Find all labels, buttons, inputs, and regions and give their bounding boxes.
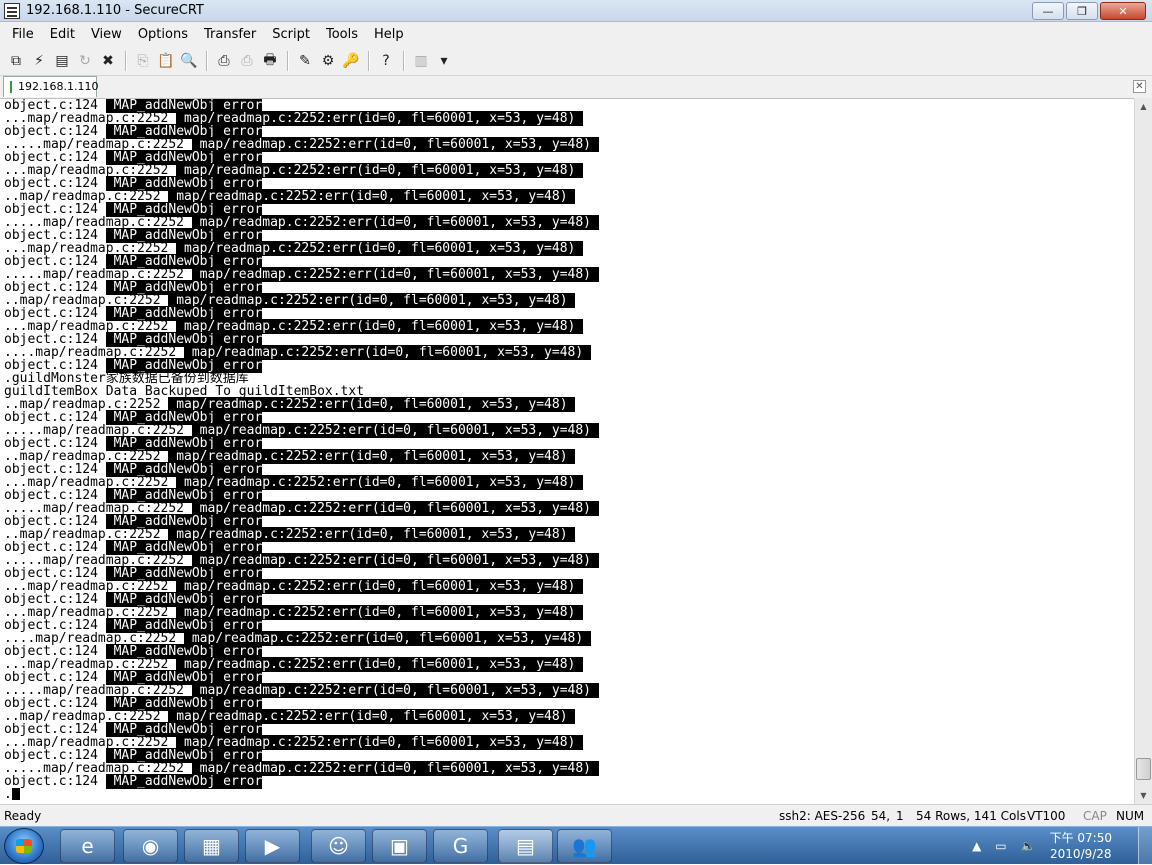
menu-view[interactable]: View bbox=[83, 27, 130, 42]
tab-session[interactable]: 192.168.1.110 bbox=[3, 76, 99, 97]
status-num: NUM bbox=[1116, 809, 1145, 823]
status-size: 54 Rows, 141 Cols bbox=[916, 809, 1026, 823]
session-options-icon[interactable]: ✎ bbox=[295, 51, 315, 71]
terminal-line: object.c:124 MAP_addNewObj error bbox=[4, 774, 599, 789]
ie-taskbar-icon[interactable]: e bbox=[60, 829, 115, 863]
explorer-taskbar-icon[interactable]: ▦ bbox=[184, 829, 239, 863]
media-player-taskbar-icon[interactable]: ▶ bbox=[245, 829, 300, 863]
tray-expand-icon[interactable]: ▲ bbox=[972, 839, 981, 853]
game-taskbar-icon[interactable]: ☺ bbox=[311, 829, 366, 863]
close-button[interactable]: ✕ bbox=[1100, 2, 1146, 20]
window-title: 192.168.1.110 - SecureCRT bbox=[26, 3, 204, 18]
terminal-prompt-line: . bbox=[4, 788, 599, 801]
reconnect-icon[interactable]: ↻ bbox=[75, 51, 95, 71]
print-selection-icon[interactable]: ⎙ bbox=[237, 51, 257, 71]
menu-file[interactable]: File bbox=[4, 27, 42, 42]
customize-toolbar-icon[interactable]: ▥ bbox=[411, 51, 431, 71]
status-row: 54, bbox=[871, 809, 891, 823]
toolbar-separator bbox=[368, 50, 369, 71]
toolbar-separator bbox=[125, 50, 126, 71]
scroll-down-arrow-icon[interactable]: ▼ bbox=[1135, 787, 1152, 804]
menu-edit[interactable]: Edit bbox=[42, 27, 83, 42]
status-col: 1 bbox=[896, 809, 904, 823]
clock-time: 下午 07:50 bbox=[1049, 831, 1112, 845]
help-icon[interactable]: ? bbox=[376, 51, 396, 71]
title-bar: 192.168.1.110 - SecureCRT — ❐ ✕ bbox=[0, 0, 1152, 22]
clock[interactable]: 下午 07:50 2010/9/28 bbox=[1050, 830, 1112, 862]
vertical-scrollbar[interactable]: ▲ ▼ bbox=[1134, 98, 1152, 804]
quick-connect-icon[interactable]: ⚡ bbox=[29, 51, 49, 71]
connected-indicator-icon bbox=[10, 81, 12, 93]
network-icon[interactable]: ▭ bbox=[995, 839, 1006, 853]
tab-label: 192.168.1.110 bbox=[18, 80, 99, 93]
keymap-icon[interactable]: 🔑 bbox=[341, 51, 361, 71]
menu-transfer[interactable]: Transfer bbox=[196, 27, 264, 42]
terminal-output[interactable]: object.c:124 MAP_addNewObj error ...map/r… bbox=[0, 98, 1134, 804]
system-tray: ▲ ▭ 🔈 下午 07:50 2010/9/28 bbox=[972, 827, 1112, 865]
toolbar-separator bbox=[403, 50, 404, 71]
securecrt-taskbar-icon[interactable]: ▤ bbox=[498, 829, 553, 863]
paste-icon[interactable]: 📋 bbox=[156, 51, 176, 71]
users-taskbar-icon[interactable]: 👥 bbox=[557, 829, 612, 863]
terminal-cursor bbox=[11, 788, 20, 800]
menu-tools[interactable]: Tools bbox=[318, 27, 366, 42]
taskbar: e ◉ ▦ ▶ ☺ ▣ G ▤ 👥 ▲ ▭ 🔈 下午 07:50 2010/9/28 bbox=[0, 826, 1152, 865]
show-desktop-button[interactable] bbox=[1138, 827, 1152, 865]
tab-strip: 192.168.1.110 ✕ bbox=[0, 76, 1152, 98]
maximize-button[interactable]: ❐ bbox=[1066, 2, 1098, 20]
app-taskbar-icon[interactable]: G bbox=[433, 829, 488, 863]
menu-options[interactable]: Options bbox=[130, 27, 196, 42]
start-button[interactable] bbox=[4, 828, 44, 864]
remote-desktop-taskbar-icon[interactable]: ▣ bbox=[372, 829, 427, 863]
print-screen-icon[interactable]: ⎙ bbox=[214, 51, 234, 71]
global-options-icon[interactable]: ⚙ bbox=[318, 51, 338, 71]
terminal-text: object.c:124 bbox=[4, 774, 106, 789]
menu-bar: File Edit View Options Transfer Script Tools He… bbox=[0, 22, 1152, 46]
connect-in-tab-icon[interactable]: ▤ bbox=[52, 51, 72, 71]
toolbar-overflow-icon[interactable]: ▾ bbox=[434, 51, 454, 71]
terminal-prompt: . bbox=[4, 787, 12, 802]
find-icon[interactable]: 🔍 bbox=[179, 51, 199, 71]
status-caps: CAP bbox=[1083, 809, 1107, 823]
volume-icon[interactable]: 🔈 bbox=[1021, 839, 1036, 853]
firefox-taskbar-icon[interactable]: ◉ bbox=[123, 829, 178, 863]
status-emulation: VT100 bbox=[1027, 809, 1066, 823]
tab-close-button[interactable]: ✕ bbox=[1133, 80, 1146, 93]
terminal-lines: object.c:124 MAP_addNewObj error ...map/r… bbox=[4, 99, 599, 801]
copy-icon[interactable]: ⎘ bbox=[133, 51, 153, 71]
status-bar: Ready ssh2: AES-256 54, 1 54 Rows, 141 C… bbox=[0, 804, 1152, 826]
toolbar-separator bbox=[287, 50, 288, 71]
status-cipher: ssh2: AES-256 bbox=[779, 809, 866, 823]
toolbar-separator bbox=[206, 50, 207, 71]
scroll-thumb[interactable] bbox=[1136, 758, 1151, 780]
scroll-up-arrow-icon[interactable]: ▲ bbox=[1135, 98, 1152, 115]
clock-date: 2010/9/28 bbox=[1050, 847, 1112, 861]
menu-script[interactable]: Script bbox=[264, 27, 318, 42]
printer-icon[interactable]: 🖶 bbox=[260, 51, 280, 71]
highlighted-text: MAP_addNewObj error bbox=[105, 774, 263, 789]
status-ready: Ready bbox=[4, 808, 42, 823]
minimize-button[interactable]: — bbox=[1032, 2, 1064, 20]
connect-icon[interactable]: ⧉ bbox=[6, 51, 26, 71]
menu-help[interactable]: Help bbox=[366, 27, 412, 42]
toolbar: ⧉ ⚡ ▤ ↻ ✖ ⎘ 📋 🔍 ⎙ ⎙ 🖶 ✎ ⚙ 🔑? ▥ ▾ bbox=[0, 46, 1152, 76]
disconnect-icon[interactable]: ✖ bbox=[98, 51, 118, 71]
securecrt-app-icon[interactable] bbox=[4, 2, 20, 19]
